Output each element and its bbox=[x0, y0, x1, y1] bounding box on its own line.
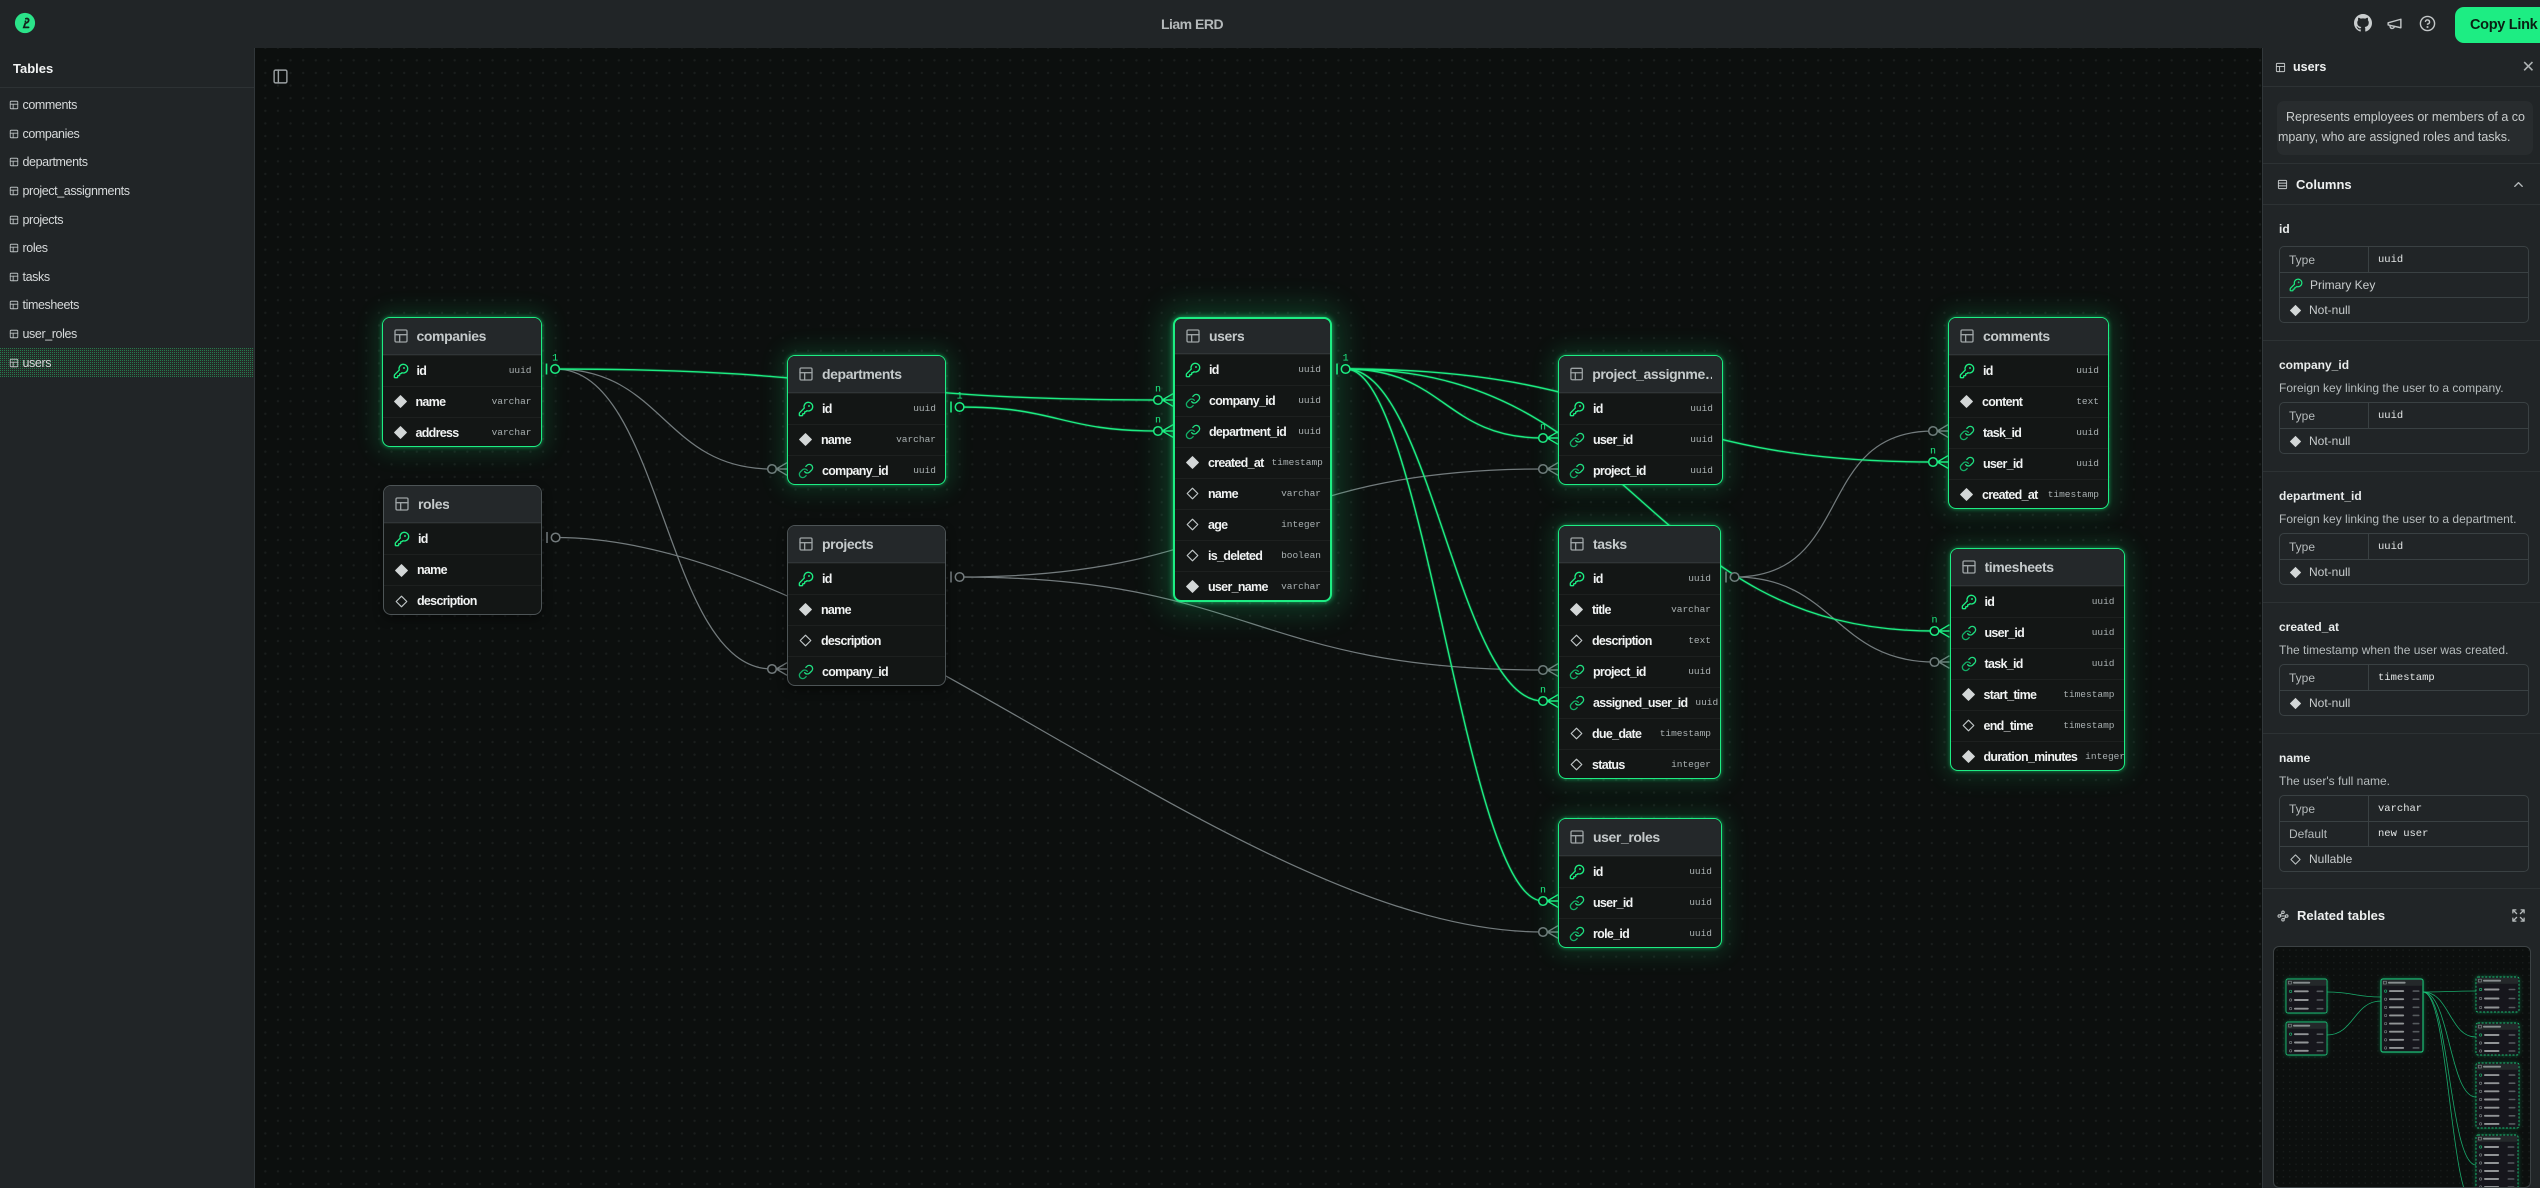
svg-text:n: n bbox=[1930, 447, 1936, 458]
svg-text:n: n bbox=[1931, 616, 1937, 627]
svg-text:1: 1 bbox=[552, 354, 558, 365]
svg-text:n: n bbox=[1540, 686, 1546, 697]
svg-text:n: n bbox=[1540, 886, 1546, 897]
svg-text:1: 1 bbox=[1343, 354, 1349, 365]
svg-text:n: n bbox=[1155, 385, 1161, 396]
svg-text:n: n bbox=[1540, 423, 1546, 434]
svg-text:1: 1 bbox=[957, 392, 963, 403]
svg-text:n: n bbox=[1155, 416, 1161, 427]
